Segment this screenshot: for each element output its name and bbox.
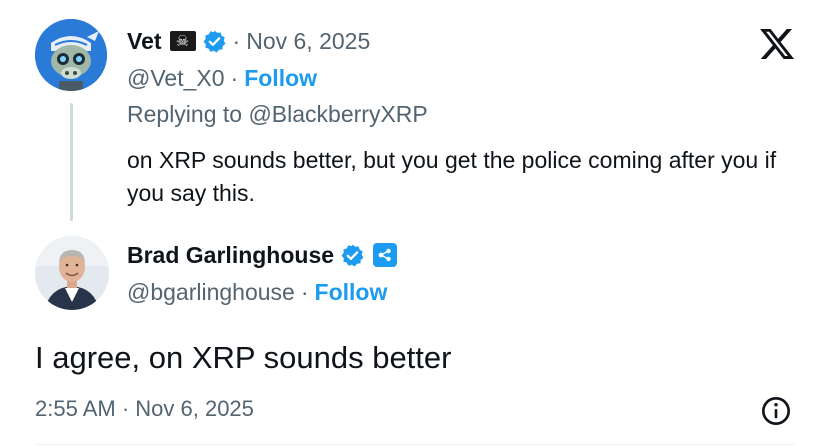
thread-connector-line: [70, 103, 73, 221]
main-author-row: Brad Garlinghouse: [127, 240, 398, 270]
parent-author-row: Vet ☠ · Nov 6, 2025: [127, 26, 370, 56]
main-follow-button[interactable]: Follow: [315, 279, 388, 306]
parent-handle-separator: ·: [230, 65, 239, 91]
tweet-embed-card: Vet ☠ · Nov 6, 2025 @Vet_X0 · Follow Rep…: [0, 0, 825, 448]
bottom-divider: [35, 444, 795, 445]
verified-badge-icon: [341, 244, 364, 266]
tweet-timestamp[interactable]: 2:55 AM · Nov 6, 2025: [35, 396, 254, 422]
parent-handle[interactable]: @Vet_X0: [127, 65, 225, 92]
main-handle-separator: ·: [300, 279, 309, 305]
info-icon[interactable]: [760, 395, 792, 427]
parent-separator: ·: [232, 27, 241, 54]
parent-author-name[interactable]: Vet: [127, 28, 162, 55]
replying-to-text[interactable]: Replying to @BlackberryXRP: [127, 101, 428, 128]
main-tweet-text: I agree, on XRP sounds better: [35, 340, 452, 375]
verified-badge-icon: [203, 30, 225, 52]
brad-avatar[interactable]: [35, 236, 109, 310]
ripple-affiliate-badge-icon[interactable]: [373, 243, 398, 267]
parent-handle-row: @Vet_X0 · Follow: [127, 65, 317, 92]
parent-tweet-text: on XRP sounds better, but you get the po…: [127, 147, 777, 206]
skull-crossbones-flag-icon: ☠: [169, 31, 196, 51]
x-logo-icon[interactable]: [757, 25, 797, 63]
main-handle-row: @bgarlinghouse · Follow: [127, 279, 387, 306]
main-author-name[interactable]: Brad Garlinghouse: [127, 242, 334, 269]
vet-avatar[interactable]: [35, 19, 107, 91]
parent-date[interactable]: Nov 6, 2025: [246, 28, 370, 55]
main-handle[interactable]: @bgarlinghouse: [127, 279, 295, 306]
parent-follow-button[interactable]: Follow: [244, 65, 317, 92]
